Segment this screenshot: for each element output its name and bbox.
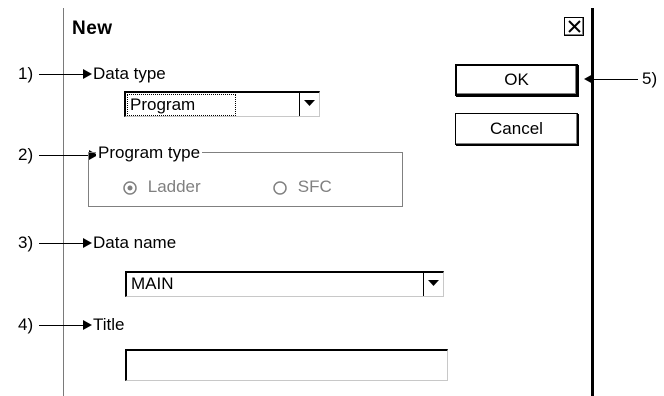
callout-3-arrowhead	[83, 238, 92, 248]
ok-button[interactable]: OK	[455, 64, 578, 96]
close-button[interactable]	[564, 17, 584, 36]
radio-ladder-label: Ladder	[147, 177, 201, 196]
data-name-value: MAIN	[131, 274, 174, 293]
callout-3-arrow	[39, 243, 85, 244]
radio-ladder[interactable]: Ladder	[123, 177, 201, 197]
data-type-value: Program	[127, 94, 237, 116]
callout-2-arrow	[39, 155, 91, 156]
radio-unselected-icon	[273, 177, 292, 196]
program-type-label: Program type	[96, 143, 203, 163]
dialog-border	[591, 8, 594, 396]
callout-3: 3)	[18, 233, 34, 252]
callout-4: 4)	[18, 315, 34, 334]
callout-4-arrowhead	[83, 320, 92, 330]
callout-1: 1)	[18, 64, 34, 83]
chevron-down-icon	[304, 100, 315, 106]
callout-5-arrow	[592, 79, 638, 80]
dialog-title: New	[72, 18, 113, 39]
title-bar: New	[67, 15, 589, 42]
chevron-down-icon	[428, 280, 439, 286]
callout-1-arrowhead	[83, 69, 92, 79]
cancel-button[interactable]: Cancel	[455, 113, 578, 145]
callout-5: 5)	[642, 69, 658, 88]
radio-sfc[interactable]: SFC	[273, 177, 332, 197]
title-label: Title	[93, 315, 125, 334]
data-type-dropdown-button[interactable]	[299, 93, 319, 116]
data-type-label: Data type	[93, 64, 166, 83]
data-name-combo[interactable]: MAIN	[125, 271, 444, 297]
data-name-label: Data name	[93, 233, 177, 252]
radio-sfc-label: SFC	[297, 177, 332, 196]
data-name-dropdown-button[interactable]	[423, 273, 443, 296]
callout-1-arrow	[39, 74, 85, 75]
title-input[interactable]	[125, 349, 448, 381]
radio-selected-icon	[123, 177, 142, 196]
callout-4-arrow	[39, 325, 85, 326]
callout-2: 2)	[18, 145, 34, 164]
data-type-combo[interactable]: Program	[124, 91, 320, 117]
close-icon	[568, 20, 581, 33]
